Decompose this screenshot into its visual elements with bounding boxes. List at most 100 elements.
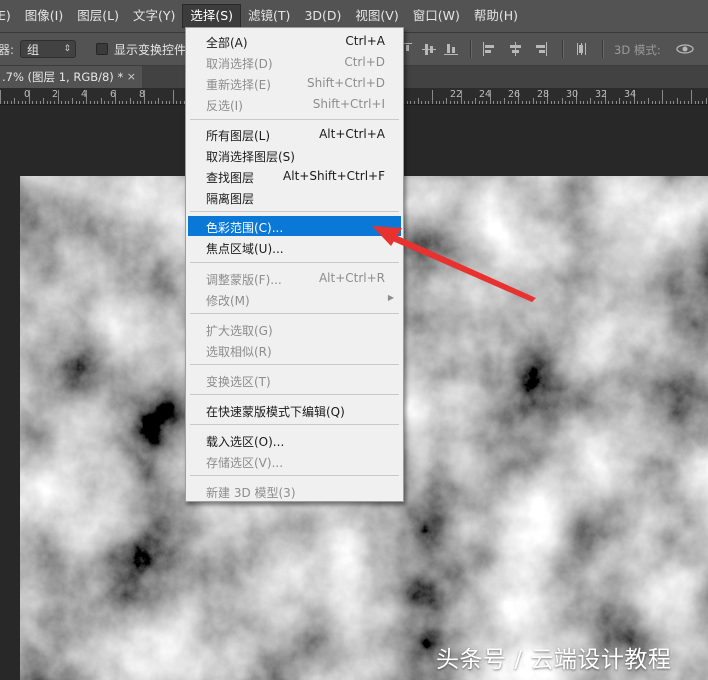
ruler-tick	[79, 101, 80, 104]
menu-item-load-selection[interactable]: 载入选区(O)...	[188, 430, 401, 450]
ruler-tick	[619, 98, 620, 104]
ruler-tick	[616, 101, 617, 104]
menu-layer[interactable]: 图层(L)	[70, 5, 126, 27]
ruler-tick	[148, 101, 149, 104]
ruler-tick	[612, 101, 613, 104]
menu-item-focus-area[interactable]: 焦点区域(U)...	[188, 237, 401, 257]
ruler-tick	[162, 101, 163, 104]
ruler-label: 32	[595, 89, 608, 100]
ruler-tick	[695, 101, 696, 104]
menu-image[interactable]: 图像(I)	[18, 5, 70, 27]
auto-select-dropdown[interactable]: 组 ⇕	[20, 40, 76, 58]
menu-item-find-layers[interactable]: 查找图层 Alt+Shift+Ctrl+F	[188, 166, 401, 186]
close-icon[interactable]: ×	[127, 66, 136, 88]
ruler-tick	[454, 101, 455, 104]
ruler-tick	[83, 101, 84, 104]
ruler-tick	[457, 101, 458, 104]
menu-item-color-range[interactable]: 色彩范围(C)...	[188, 216, 401, 236]
ruler-tick	[558, 101, 559, 104]
menu-window[interactable]: 窗口(W)	[406, 5, 467, 27]
ruler-tick	[641, 101, 642, 104]
ruler-tick	[47, 101, 48, 104]
ruler-tick	[425, 101, 426, 104]
ruler-tick	[11, 101, 12, 104]
ruler-tick	[112, 101, 113, 104]
ruler-tick	[36, 101, 37, 104]
ruler-label: 22	[450, 89, 463, 100]
menu-separator	[190, 394, 399, 395]
show-transform-checkbox[interactable]	[96, 43, 108, 55]
show-transform-label: 显示变换控件	[114, 43, 187, 57]
document-tab[interactable]: .7% (图层 1, RGB/8) * ×	[0, 66, 142, 88]
menu-separator	[190, 119, 399, 120]
align-vertical-center-icon[interactable]	[422, 42, 436, 56]
ruler-tick	[166, 101, 167, 104]
ruler-tick	[4, 101, 5, 104]
ruler-tick	[648, 98, 649, 104]
ruler-tick	[601, 101, 602, 104]
ruler-tick	[97, 101, 98, 104]
menu-item-all-layers[interactable]: 所有图层(L) Alt+Ctrl+A	[188, 124, 401, 144]
menu-view[interactable]: 视图(V)	[348, 5, 405, 27]
align-right-icon[interactable]	[534, 42, 548, 56]
ruler-tick	[511, 101, 512, 104]
ruler-tick	[608, 101, 609, 104]
ruler-tick	[158, 98, 159, 104]
auto-select-value: 组	[27, 43, 40, 57]
menu-filter[interactable]: 滤镜(T)	[241, 5, 297, 27]
align-horizontal-center-icon[interactable]	[508, 42, 522, 56]
align-left-icon[interactable]	[482, 42, 496, 56]
ruler-tick	[691, 90, 692, 104]
menu-item-isolate-layers[interactable]: 隔离图层	[188, 187, 401, 207]
distribute-icon[interactable]	[576, 42, 590, 56]
ruler-tick	[133, 101, 134, 104]
ruler-tick	[655, 101, 656, 104]
3d-orbit-icon[interactable]	[676, 42, 696, 56]
ruler-label: 6	[110, 89, 117, 100]
ruler-tick	[659, 101, 660, 104]
ruler-tick	[526, 101, 527, 104]
ruler-tick	[626, 101, 627, 104]
menu-item-save-selection: 存储选区(V)...	[206, 456, 284, 470]
ruler-tick	[428, 101, 429, 104]
document-tab-title: .7% (图层 1, RGB/8) *	[2, 70, 124, 84]
menu-help[interactable]: 帮助(H)	[467, 5, 525, 27]
ruler-tick	[180, 101, 181, 104]
ruler-tick	[418, 98, 419, 104]
ruler-tick	[126, 101, 127, 104]
ruler-tick	[688, 101, 689, 104]
ruler-tick	[119, 101, 120, 104]
ruler-label: 4	[81, 89, 88, 100]
ruler-tick	[590, 98, 591, 104]
ruler-tick	[673, 101, 674, 104]
ruler-tick	[572, 101, 573, 104]
ruler-tick	[666, 101, 667, 104]
ruler-tick	[529, 101, 530, 104]
ruler-tick	[662, 90, 663, 104]
ruler-tick	[94, 101, 95, 104]
ruler-tick	[439, 101, 440, 104]
align-bottom-icon[interactable]	[444, 42, 458, 56]
ruler-tick	[594, 101, 595, 104]
menu-edit[interactable]: E)	[0, 5, 18, 27]
menu-item-refine-mask: 调整蒙版(F)... Alt+Ctrl+R	[206, 271, 385, 287]
menu-item-deselect-layers[interactable]: 取消选择图层(S)	[188, 145, 401, 165]
menu-item-inverse: 反选(I) Shift+Ctrl+I	[206, 97, 385, 113]
ruler-tick	[702, 101, 703, 104]
menu-item-quick-mask-edit[interactable]: 在快速蒙版模式下编辑(Q)	[188, 400, 401, 420]
menu-item-grow: 扩大选取(G)	[206, 324, 273, 338]
3d-mode-label: 3D 模式:	[614, 43, 661, 57]
ruler-tick	[623, 101, 624, 104]
menu-3d[interactable]: 3D(D)	[297, 5, 348, 27]
ruler-tick	[151, 101, 152, 104]
ruler-tick	[173, 90, 174, 104]
menu-type[interactable]: 文字(Y)	[126, 5, 182, 27]
ruler-tick	[176, 101, 177, 104]
menu-select[interactable]: 选择(S)	[182, 4, 242, 28]
ruler-tick	[706, 98, 707, 104]
ruler-label: 28	[537, 89, 550, 100]
menu-item-select-all[interactable]: 全部(A) Ctrl+A	[188, 31, 401, 51]
ruler-tick	[72, 98, 73, 104]
ruler-tick	[475, 98, 476, 104]
ruler-tick	[637, 101, 638, 104]
